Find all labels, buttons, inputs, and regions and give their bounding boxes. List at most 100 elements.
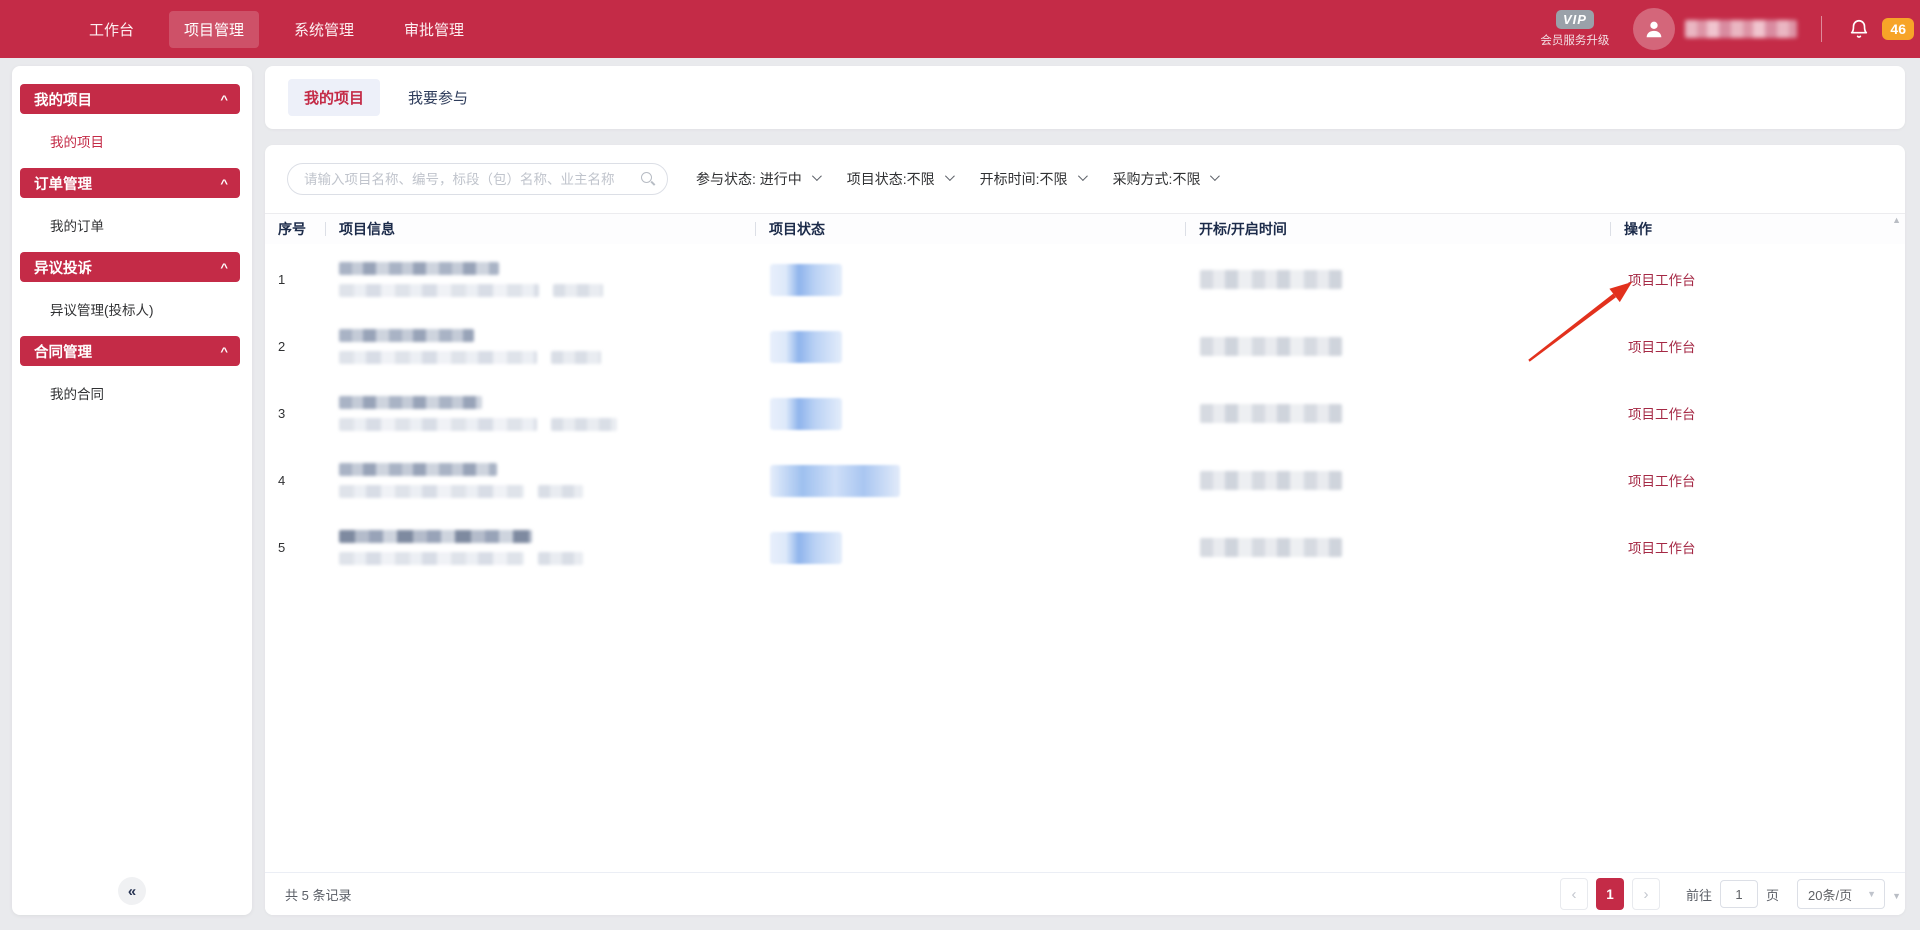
sidebar-item-my-projects[interactable]: 我的项目 (12, 122, 252, 160)
vip-upgrade-label: 会员服务升级 (1540, 32, 1609, 48)
page-size-value: 20条/页 (1808, 885, 1852, 904)
chevron-down-icon (1078, 171, 1088, 181)
redacted-project-name (339, 396, 482, 409)
goto-page-input[interactable] (1720, 880, 1758, 908)
redacted-project-tag (551, 418, 617, 431)
redacted-project-tag (538, 485, 583, 498)
project-workbench-link[interactable]: 项目工作台 (1628, 541, 1696, 556)
vip-upgrade[interactable]: VIP 会员服务升级 (1540, 10, 1609, 48)
scrollbar-down-arrow[interactable]: ▼ (1892, 892, 1901, 901)
status-badge-redacted (770, 264, 842, 296)
sidebar-item-my-orders[interactable]: 我的订单 (12, 206, 252, 244)
search-box (287, 163, 668, 195)
tab-my-projects[interactable]: 我的项目 (288, 79, 380, 116)
redacted-opening-time (1200, 270, 1342, 289)
redacted-opening-time (1200, 538, 1342, 557)
notification-count-badge[interactable]: 46 (1882, 18, 1914, 40)
pagination: ‹ 1 › 前往 页 20条/页 ▼ (1560, 878, 1885, 910)
column-header-opening-time: 开标/开启时间 (1185, 214, 1610, 244)
sidebar-group-order-management[interactable]: 订单管理 ^ (20, 168, 240, 198)
scrollbar-up-arrow[interactable]: ▲ (1892, 216, 1901, 225)
table-body: 1 项目工作台 2 项目工作台 3 (265, 246, 1905, 581)
select-caret-icon: ▼ (1867, 889, 1876, 899)
redacted-project-code (339, 284, 539, 297)
chevron-up-icon: ^ (220, 345, 228, 356)
sidebar-item-my-contracts[interactable]: 我的合同 (12, 374, 252, 412)
sidebar-collapse-button[interactable]: « (118, 877, 146, 905)
sidebar-group-label: 异议投诉 (34, 257, 92, 278)
nav-item-system-management[interactable]: 系统管理 (279, 11, 369, 48)
redacted-project-name (339, 530, 532, 543)
user-avatar[interactable] (1633, 8, 1675, 50)
row-index: 1 (265, 272, 325, 287)
status-badge-redacted (770, 465, 900, 497)
sidebar-group-my-projects[interactable]: 我的项目 ^ (20, 84, 240, 114)
notification-bell[interactable] (1848, 18, 1870, 40)
redacted-project-code (339, 485, 524, 498)
column-header-actions: 操作 (1610, 214, 1905, 244)
filter-label: 项目状态:不限 (847, 169, 935, 189)
next-page-button[interactable]: › (1632, 878, 1660, 910)
table-row: 2 项目工作台 (265, 313, 1905, 380)
chevron-down-icon (812, 171, 822, 181)
goto-page: 前往 页 (1686, 880, 1779, 908)
person-icon (1643, 18, 1665, 40)
filter-bid-opening-time[interactable]: 开标时间:不限 (980, 169, 1085, 189)
project-workbench-link[interactable]: 项目工作台 (1628, 340, 1696, 355)
filter-project-status[interactable]: 项目状态:不限 (847, 169, 952, 189)
filter-participation-status[interactable]: 参与状态: 进行中 (696, 169, 819, 189)
project-workbench-link[interactable]: 项目工作台 (1628, 273, 1696, 288)
filter-label: 开标时间:不限 (980, 169, 1068, 189)
nav-item-workbench[interactable]: 工作台 (74, 11, 149, 48)
nav-item-approval-management[interactable]: 审批管理 (389, 11, 479, 48)
redacted-project-code (339, 351, 537, 364)
status-badge-redacted (770, 398, 842, 430)
top-nav-bar: 工作台 项目管理 系统管理 审批管理 VIP 会员服务升级 46 (0, 0, 1920, 58)
redacted-opening-time (1200, 404, 1342, 423)
project-workbench-link[interactable]: 项目工作台 (1628, 407, 1696, 422)
filter-procurement-method[interactable]: 采购方式:不限 (1113, 169, 1218, 189)
column-header-project-info: 项目信息 (325, 214, 755, 244)
nav-menu: 工作台 项目管理 系统管理 审批管理 (74, 11, 479, 48)
column-header-project-status: 项目状态 (755, 214, 1185, 244)
sidebar-item-objection-management[interactable]: 异议管理(投标人) (12, 290, 252, 328)
collapse-icon: « (128, 883, 136, 900)
total-records-label: 共 5 条记录 (285, 885, 351, 904)
vip-icon: VIP (1556, 10, 1594, 29)
project-info-redacted (325, 262, 755, 297)
filter-label: 采购方式:不限 (1113, 169, 1201, 189)
project-info-redacted (325, 396, 755, 431)
search-input[interactable] (287, 163, 668, 195)
sidebar-group-label: 订单管理 (34, 173, 92, 194)
filter-bar: 参与状态: 进行中 项目状态:不限 开标时间:不限 采购方式:不限 (265, 145, 1905, 213)
tab-want-to-participate[interactable]: 我要参与 (392, 79, 484, 116)
table-row: 4 项目工作台 (265, 447, 1905, 514)
table-row: 5 项目工作台 (265, 514, 1905, 581)
row-index: 4 (265, 473, 325, 488)
sidebar: 我的项目 ^ 我的项目 订单管理 ^ 我的订单 异议投诉 ^ 异议管理(投标人)… (12, 66, 252, 915)
project-list-panel: 参与状态: 进行中 项目状态:不限 开标时间:不限 采购方式:不限 序号 项目信… (265, 145, 1905, 915)
table-row: 3 项目工作台 (265, 380, 1905, 447)
row-index: 5 (265, 540, 325, 555)
chevron-down-icon (1210, 171, 1220, 181)
redacted-project-tag (551, 351, 601, 364)
nav-divider (1821, 16, 1822, 42)
prev-page-button[interactable]: ‹ (1560, 878, 1588, 910)
sidebar-group-label: 我的项目 (34, 89, 92, 110)
sidebar-group-contract-management[interactable]: 合同管理 ^ (20, 336, 240, 366)
page-size-select[interactable]: 20条/页 ▼ (1797, 879, 1885, 909)
redacted-project-code (339, 418, 537, 431)
sidebar-group-objection-complaint[interactable]: 异议投诉 ^ (20, 252, 240, 282)
table-header-row: 序号 项目信息 项目状态 开标/开启时间 操作 (265, 213, 1905, 244)
current-page-button[interactable]: 1 (1596, 878, 1624, 910)
nav-item-project-management[interactable]: 项目管理 (169, 11, 259, 48)
search-icon[interactable] (641, 172, 652, 183)
project-info-redacted (325, 329, 755, 364)
table-row: 1 项目工作台 (265, 246, 1905, 313)
project-workbench-link[interactable]: 项目工作台 (1628, 474, 1696, 489)
redacted-opening-time (1200, 471, 1342, 490)
content-tab-bar: 我的项目 我要参与 (265, 66, 1905, 129)
redacted-opening-time (1200, 337, 1342, 356)
redacted-project-code (339, 552, 524, 565)
column-header-index: 序号 (265, 214, 325, 244)
